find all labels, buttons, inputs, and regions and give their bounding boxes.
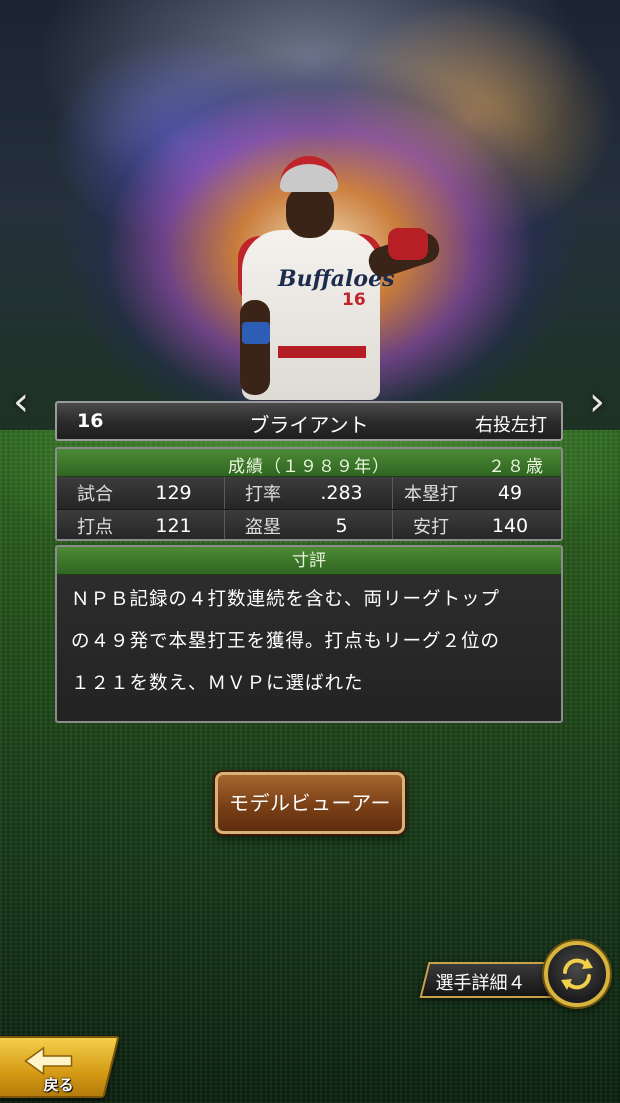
- model-viewer-button[interactable]: モデルビューアー: [215, 772, 405, 834]
- stat-label: 本塁打: [404, 484, 458, 505]
- stat-value: 129: [155, 482, 192, 504]
- stat-cell-rbi: 打点 121: [57, 510, 225, 539]
- back-arrow-icon: [24, 1046, 73, 1076]
- swap-button[interactable]: [544, 941, 610, 1007]
- stat-cell-average: 打率 .283: [225, 477, 393, 509]
- stat-cell-games: 試合 129: [57, 477, 225, 509]
- next-player-arrow-icon[interactable]: ›: [582, 380, 612, 424]
- stats-row: 試合 129 打率 .283 本塁打 49: [57, 477, 561, 509]
- player-portrait: Buffaloes 16: [238, 150, 448, 400]
- player-age: ２８歳: [488, 457, 545, 477]
- comment-line: の４９発で本塁打王を獲得。打点もリーグ２位の: [71, 631, 501, 652]
- throw-bat-style: 右投左打: [475, 415, 547, 436]
- player-name-bar: 16 ブライアント 右投左打: [55, 401, 563, 441]
- stat-value: 121: [155, 514, 192, 537]
- comment-line: ＮＰＢ記録の４打数連続を含む、両リーグトップ: [71, 589, 501, 610]
- back-button[interactable]: 戻る: [0, 1036, 120, 1098]
- stats-row: 打点 121 盗塁 5 安打 140: [57, 509, 561, 539]
- stat-cell-home-runs: 本塁打 49: [393, 477, 561, 509]
- stat-label: 打率: [245, 484, 281, 505]
- stat-value: 5: [335, 514, 348, 537]
- back-label: 戻る: [43, 1076, 74, 1094]
- stat-value: 49: [497, 482, 523, 504]
- stat-label: 安打: [413, 516, 449, 538]
- stats-table: 成績（１９８９年） ２８歳 試合 129 打率 .283 本塁打 49 打点 1…: [55, 447, 563, 541]
- comment-line: １２１を数え、ＭＶＰに選ばれた: [71, 673, 364, 694]
- stat-value: .283: [320, 482, 363, 504]
- stats-season-title: 成績（１９８９年）: [228, 457, 390, 477]
- stat-value: 140: [491, 514, 529, 537]
- player-detail-button[interactable]: 選手詳細４: [419, 962, 561, 998]
- jersey-logo: Buffaloes: [278, 266, 395, 292]
- stat-label: 打点: [77, 516, 113, 538]
- swap-icon: [561, 958, 593, 990]
- previous-player-arrow-icon[interactable]: ‹: [6, 380, 36, 424]
- stat-label: 試合: [77, 484, 113, 505]
- comment-header: 寸評: [57, 547, 561, 575]
- stat-label: 盗塁: [245, 516, 281, 538]
- stats-header: 成績（１９８９年） ２８歳: [57, 449, 561, 477]
- jersey-number: 16: [342, 290, 366, 310]
- stat-cell-hits: 安打 140: [393, 510, 561, 539]
- player-detail-label: 選手詳細４: [435, 973, 526, 994]
- player-comment-box: 寸評 ＮＰＢ記録の４打数連続を含む、両リーグトップ の４９発で本塁打王を獲得。打…: [55, 545, 563, 723]
- stat-cell-steals: 盗塁 5: [225, 510, 393, 539]
